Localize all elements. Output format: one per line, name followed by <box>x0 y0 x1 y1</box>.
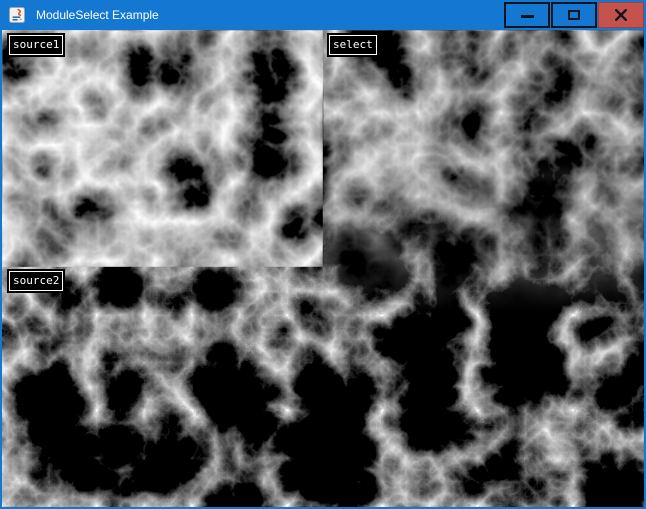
close-icon <box>615 9 627 21</box>
select-texture <box>323 30 644 360</box>
titlebar[interactable]: ModuleSelect Example <box>2 0 644 30</box>
label-source2: source2 <box>9 271 63 291</box>
window-title: ModuleSelect Example <box>36 0 159 30</box>
app-window: ModuleSelect Example <box>0 0 646 509</box>
label-select: select <box>329 35 377 55</box>
close-button[interactable] <box>598 2 644 28</box>
java-app-icon[interactable] <box>9 7 25 23</box>
maximize-icon <box>568 10 580 20</box>
minimize-button[interactable] <box>504 2 550 28</box>
render-canvas: source1 select source2 <box>2 30 644 507</box>
noise-composite <box>2 30 644 507</box>
minimize-icon <box>521 15 534 18</box>
label-source1: source1 <box>9 35 63 55</box>
source1-texture <box>2 30 323 267</box>
maximize-button[interactable] <box>551 2 597 28</box>
